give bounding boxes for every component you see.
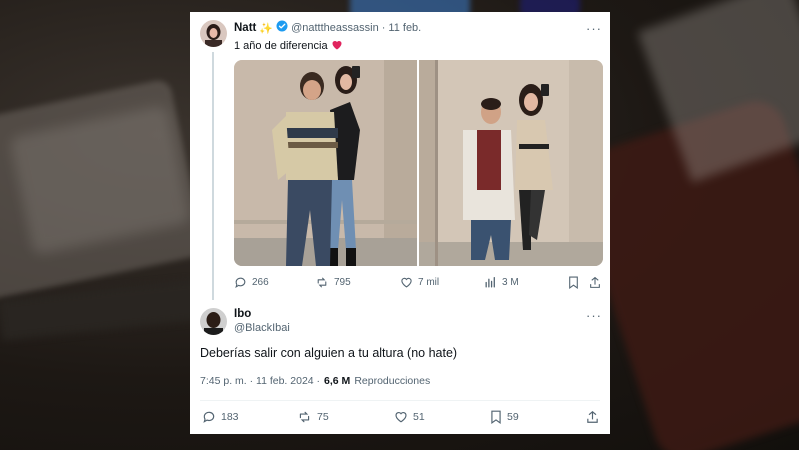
views-icon: [484, 276, 497, 288]
more-options-icon[interactable]: ···: [586, 21, 602, 36]
reply-count: 266: [252, 277, 269, 288]
share-icon: [589, 276, 601, 289]
ibo-avatar[interactable]: [200, 308, 227, 335]
share-action[interactable]: [589, 276, 601, 289]
reply-author-name[interactable]: Ibo: [234, 308, 251, 320]
author-name[interactable]: Natt: [234, 22, 256, 34]
author-handle[interactable]: @natttheassassin: [291, 22, 379, 34]
reply-like-count: 51: [413, 410, 425, 423]
reply-icon: [202, 410, 216, 424]
reply-bookmark-count: 59: [507, 411, 519, 423]
reply-views-label: Reproducciones: [354, 375, 431, 387]
tweet-date[interactable]: · 11 feb.: [382, 22, 422, 34]
reply-action[interactable]: 266: [234, 276, 269, 289]
tweet-text-row: 1 año de diferencia: [234, 37, 343, 55]
reply-bookmark-action[interactable]: 59: [490, 410, 519, 424]
reply-retweet-count: 75: [317, 411, 329, 423]
retweet-count: 795: [334, 277, 351, 288]
views-count: 3 M: [502, 276, 519, 288]
reply-meta: 7:45 p. m. · 11 feb. 2024 · 6,6 M Reprod…: [200, 375, 430, 387]
retweet-icon: [315, 276, 329, 289]
verified-badge-icon: [276, 19, 288, 37]
reply-reply-action[interactable]: 183: [202, 410, 239, 424]
views-action[interactable]: 3 M: [484, 276, 519, 288]
reply-text: Deberías salir con alguien a tu altura (…: [200, 346, 458, 360]
reply-like-action[interactable]: 51: [394, 410, 425, 423]
tweet-header: Natt ✨ @natttheassassin · 11 feb.: [234, 20, 421, 36]
tweet-photo-left[interactable]: [234, 60, 417, 266]
sparkle-icon: ✨: [259, 22, 274, 35]
retweet-action[interactable]: 795: [315, 276, 351, 289]
like-action[interactable]: 7 mil: [400, 276, 439, 288]
bookmark-icon: [490, 410, 502, 424]
reply-more-options-icon[interactable]: ···: [586, 308, 602, 323]
tweet-screenshot-card: Natt ✨ @natttheassassin · 11 feb. ··· 1 …: [190, 12, 610, 434]
reply-share-action[interactable]: [586, 410, 599, 424]
tweet-photo-right[interactable]: [419, 60, 603, 266]
reply-timestamp[interactable]: 7:45 p. m. · 11 feb. 2024 ·: [200, 375, 320, 387]
like-icon: [400, 276, 413, 288]
divider: [200, 400, 600, 401]
tweet-text: 1 año de diferencia: [234, 40, 328, 52]
share-icon: [586, 410, 599, 424]
bookmark-icon: [568, 276, 579, 289]
like-count: 7 mil: [418, 276, 440, 288]
like-icon: [394, 410, 408, 423]
reply-author-handle[interactable]: @BlackIbai: [234, 322, 290, 334]
reply-icon: [234, 276, 247, 289]
natt-avatar[interactable]: [200, 20, 227, 47]
thread-line: [212, 52, 214, 300]
bookmark-action[interactable]: [568, 276, 579, 289]
reply-reply-count: 183: [221, 411, 239, 423]
reply-views-count: 6,6 M: [324, 375, 351, 387]
reply-retweet-action[interactable]: 75: [297, 410, 329, 424]
retweet-icon: [297, 410, 312, 424]
heart-emoji-icon: [331, 37, 343, 55]
